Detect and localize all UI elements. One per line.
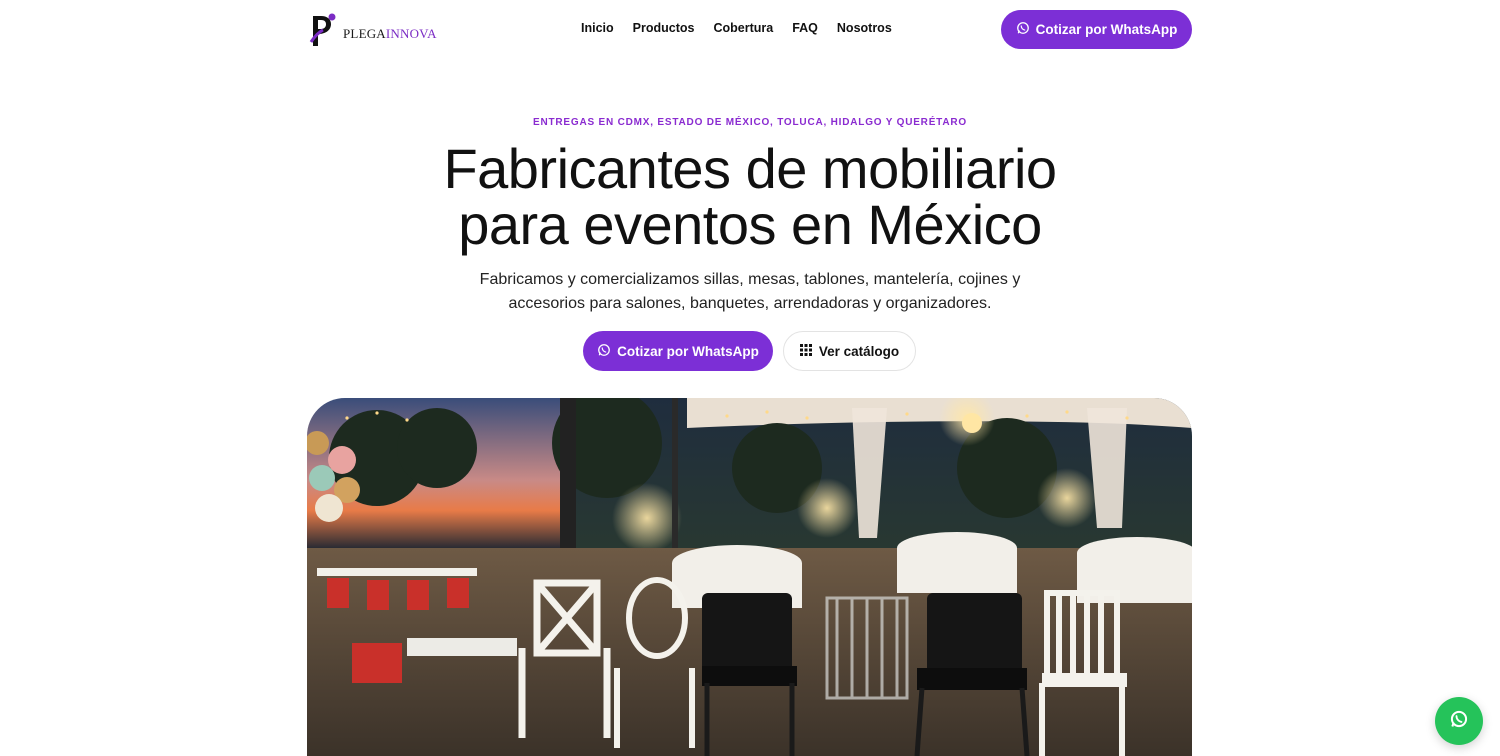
hero-whatsapp-label: Cotizar por WhatsApp xyxy=(617,343,759,359)
grid-icon xyxy=(799,343,812,359)
brand-logo[interactable]: PLEGAINNOVA xyxy=(309,12,437,48)
whatsapp-icon xyxy=(597,343,611,360)
logo-mark-icon xyxy=(309,12,339,48)
hero-event-image xyxy=(307,398,1192,756)
nav-item-cobertura[interactable]: Cobertura xyxy=(713,21,773,35)
brand-wordmark: PLEGAINNOVA xyxy=(343,26,437,41)
view-catalog-label: Ver catálogo xyxy=(818,343,900,359)
nav-item-inicio[interactable]: Inicio xyxy=(581,21,614,35)
nav-item-nosotros[interactable]: Nosotros xyxy=(837,21,892,35)
hero-title-line2: para eventos en México xyxy=(458,193,1042,256)
header-whatsapp-label: Cotizar por WhatsApp xyxy=(1035,22,1178,37)
hero-title: Fabricantes de mobiliario para eventos e… xyxy=(0,141,1500,253)
site-header: PLEGAINNOVA Inicio Productos Cobertura F… xyxy=(0,0,1500,60)
view-catalog-button[interactable]: Ver catálogo xyxy=(783,331,916,371)
nav-item-faq[interactable]: FAQ xyxy=(792,21,818,35)
whatsapp-icon xyxy=(1016,21,1030,38)
hero-eyebrow: ENTREGAS EN CDMX, ESTADO DE MÉXICO, TOLU… xyxy=(533,117,967,128)
whatsapp-icon xyxy=(1449,709,1469,734)
floating-whatsapp-button[interactable] xyxy=(1435,697,1483,745)
main-nav: Inicio Productos Cobertura FAQ Nosotros xyxy=(581,21,892,35)
hero-subtitle: Fabricamos y comercializamos sillas, mes… xyxy=(479,271,1021,312)
hero-title-line1: Fabricantes de mobiliario xyxy=(443,137,1057,200)
header-whatsapp-button[interactable]: Cotizar por WhatsApp xyxy=(1001,10,1192,49)
nav-item-productos[interactable]: Productos xyxy=(633,21,695,35)
hero-whatsapp-button[interactable]: Cotizar por WhatsApp xyxy=(583,331,773,371)
